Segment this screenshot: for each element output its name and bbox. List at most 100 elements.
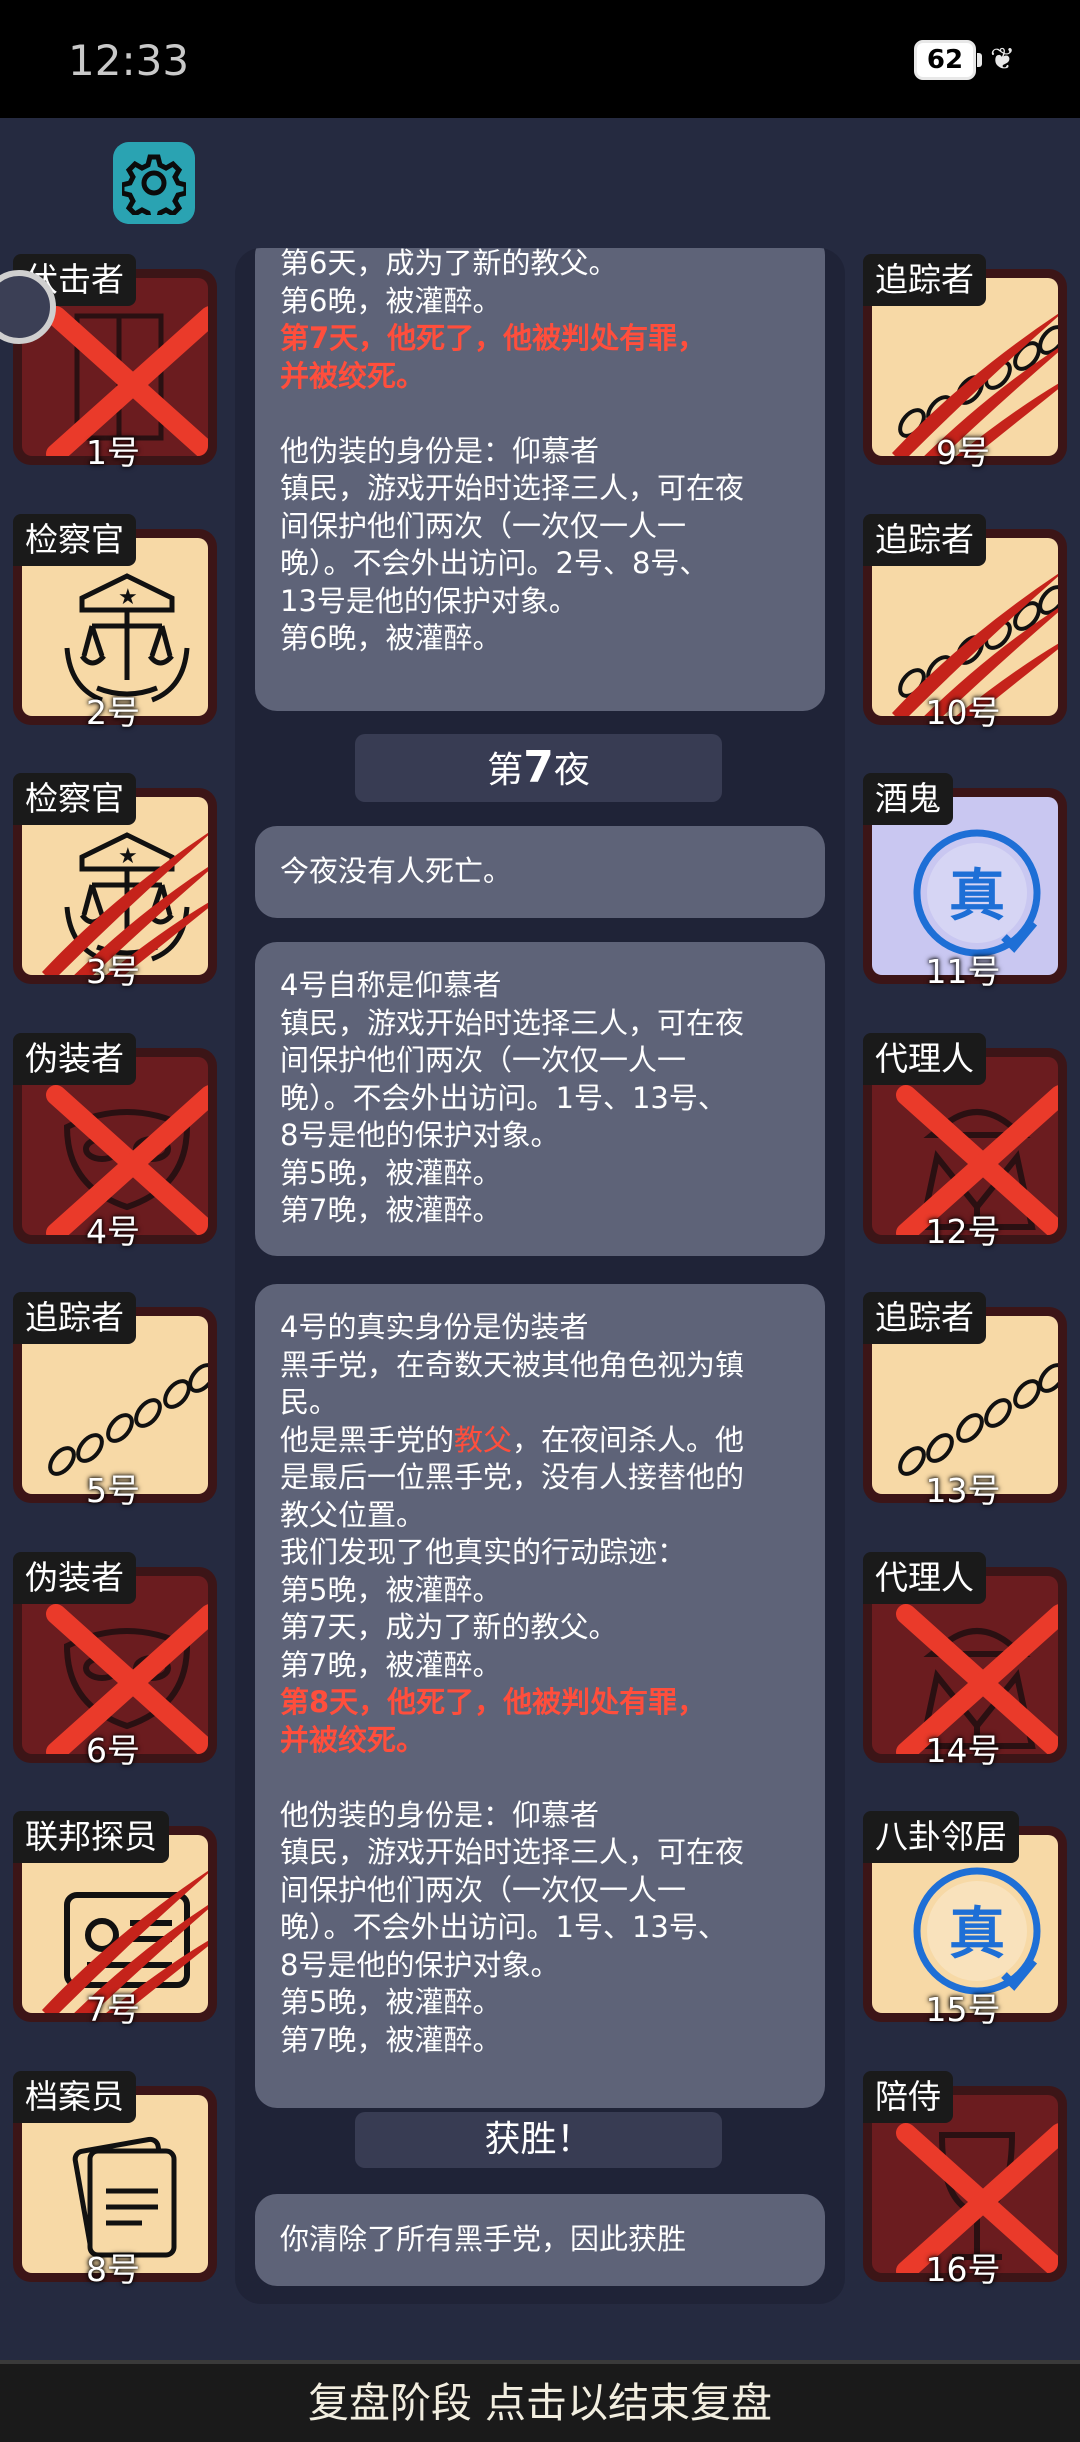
- clock: 12:33: [68, 36, 190, 85]
- player-tile-5号[interactable]: 追踪者 5号: [8, 1292, 218, 1510]
- card4-line: 教父位置。: [280, 1497, 426, 1532]
- card3-line: 8号是他的保护对象。: [280, 1118, 560, 1152]
- player-tile-4号[interactable]: 伪装者 4号: [8, 1032, 218, 1251]
- svg-text:★: ★: [118, 844, 138, 869]
- role-label: 代理人: [863, 1551, 986, 1604]
- card3-line: 间保护他们两次（一次仅一人一: [280, 1043, 687, 1077]
- player-number: 12号: [925, 1211, 1001, 1251]
- player-tile-3号[interactable]: ★ 检察官 3号: [8, 773, 218, 991]
- player-number: 11号: [925, 952, 1001, 991]
- role-label: 档案员: [13, 2070, 136, 2123]
- role-label: 联邦探员: [13, 1811, 169, 1863]
- player-number: 1号: [86, 433, 140, 472]
- seal-char: 真: [949, 1902, 1005, 1967]
- player-number: 13号: [925, 1471, 1001, 1510]
- player-number: 4号: [86, 1211, 140, 1251]
- player-number: 10号: [925, 692, 1001, 732]
- card1-line: 他伪装的身份是：仰慕者: [280, 433, 600, 468]
- player-tile-14号[interactable]: 代理人 14号: [858, 1551, 1068, 1770]
- log-card-no-deaths: 今夜没有人死亡。: [255, 826, 825, 918]
- role-label: 追踪者: [13, 1292, 136, 1344]
- card1-line: 并被绞死。: [280, 358, 426, 393]
- card4-line: 第7晚，被灌醉。: [280, 1647, 502, 1682]
- role-label: 伪装者: [13, 1032, 136, 1085]
- player-number: 15号: [925, 1990, 1001, 2029]
- role-label: 陪侍: [863, 2070, 953, 2123]
- role-label: 追踪者: [863, 1292, 986, 1344]
- card1-line: 第6晚，被灌醉。: [280, 621, 502, 655]
- role-label: 八卦邻居: [863, 1811, 1019, 1863]
- night-header: 第7夜: [355, 734, 722, 802]
- player-number: 6号: [86, 1730, 140, 1770]
- player-tile-16号[interactable]: 陪侍 16号: [858, 2070, 1068, 2289]
- player-tile-15号[interactable]: 真 八卦邻居 15号: [858, 1811, 1068, 2029]
- player-tile-9号[interactable]: 追踪者 9号: [858, 254, 1068, 472]
- role-label: 酒鬼: [863, 773, 953, 825]
- role-label: 代理人: [863, 1032, 986, 1085]
- card4-line: 他是黑手党的教父，在夜间杀人。他: [280, 1422, 800, 1460]
- card4-line: 晚）。不会外出访问。1号、13号、: [280, 1910, 727, 1944]
- victory-reason-text: 你清除了所有黑手党，因此获胜: [280, 2222, 687, 2256]
- godfather-highlight: 教父: [454, 1422, 513, 1457]
- player-tile-13号[interactable]: 追踪者 13号: [858, 1292, 1068, 1510]
- role-label: 追踪者: [863, 513, 986, 566]
- end-review-bar[interactable]: 复盘阶段 点击以结束复盘: [0, 2360, 1080, 2442]
- card3-line: 第5晚，被灌醉。: [280, 1155, 502, 1190]
- player-tile-10号[interactable]: 追踪者 10号: [858, 513, 1068, 732]
- player-tile-6号[interactable]: 伪装者 6号: [8, 1551, 218, 1770]
- role-label: 检察官: [13, 773, 136, 825]
- card1-line: 晚）。不会外出访问。2号、8号、: [280, 546, 709, 580]
- card4-line: 他伪装的身份是：仰慕者: [280, 1797, 600, 1832]
- player-number: 16号: [925, 2249, 1001, 2289]
- player-number: 8号: [86, 2249, 140, 2289]
- player-number: 9号: [936, 433, 990, 472]
- card4-text: ，在夜间杀人。他: [512, 1422, 745, 1457]
- night-number: 7: [523, 742, 554, 793]
- player-tile-12号[interactable]: 代理人 12号: [858, 1032, 1068, 1251]
- player-tile-2号[interactable]: ★ 检察官 2号: [8, 513, 218, 732]
- leaf-icon: ❦: [990, 42, 1016, 77]
- victory-text: 获胜！: [484, 2119, 593, 2160]
- player-tile-11号[interactable]: 真 酒鬼 11号: [858, 773, 1068, 991]
- card4-line: 是最后一位黑手党，没有人接替他的: [280, 1460, 745, 1494]
- card3-line: 镇民，游戏开始时选择三人，可在夜: [280, 1005, 745, 1040]
- settings-button[interactable]: [113, 142, 195, 224]
- card4-line: 间保护他们两次（一次仅一人一: [280, 1872, 687, 1907]
- night-prefix: 第: [487, 750, 524, 791]
- card3-line: 4号自称是仰慕者: [280, 968, 502, 1002]
- card4-line: 第5晚，被灌醉。: [280, 1985, 502, 2019]
- game-log-panel[interactable]: 第6天，成为了新的教父。 第6晚，被灌醉。 第7天，他死了，他被判处有罪， 并被绞死。…: [235, 248, 845, 2304]
- card1-line: 第6晚，被灌醉。: [280, 283, 502, 318]
- card4-line: 4号的真实身份是伪装者: [280, 1310, 589, 1344]
- log-card-player-4-death: 第6天，成为了新的教父。 第6晚，被灌醉。 第7天，他死了，他被判处有罪， 并被绞死。…: [255, 248, 825, 711]
- night-suffix: 夜: [553, 750, 590, 791]
- card4-line: 镇民，游戏开始时选择三人，可在夜: [280, 1835, 745, 1869]
- player-tile-7号[interactable]: 联邦探员 7号: [8, 1811, 218, 2029]
- player-number: 5号: [86, 1471, 140, 1510]
- card4-line: 第5晚，被灌醉。: [280, 1572, 502, 1607]
- seal-char: 真: [949, 864, 1005, 929]
- card4-line: 民。: [280, 1385, 339, 1419]
- card3-lines: 4号自称是仰慕者 镇民，游戏开始时选择三人，可在夜 间保护他们两次（一次仅一人一 晚）…: [280, 967, 800, 1230]
- log-card-claim: 4号自称是仰慕者 镇民，游戏开始时选择三人，可在夜 间保护他们两次（一次仅一人一 晚）…: [255, 942, 825, 1256]
- log-card-victory: 你清除了所有黑手党，因此获胜: [255, 2194, 825, 2286]
- player-number: 2号: [86, 692, 140, 732]
- role-label: 追踪者: [863, 254, 986, 306]
- battery-icon: 62: [914, 40, 982, 80]
- card4-line: 8号是他的保护对象。: [280, 1947, 560, 1982]
- card3-line: 晚）。不会外出访问。1号、13号、: [280, 1080, 727, 1115]
- card4-line: 我们发现了他真实的行动踪迹：: [280, 1535, 687, 1569]
- svg-text:★: ★: [118, 585, 138, 610]
- card4-text: 他是黑手党的: [280, 1422, 455, 1457]
- role-label: 伪装者: [13, 1551, 136, 1604]
- card1-line: 13号是他的保护对象。: [280, 583, 578, 618]
- player-tile-8号[interactable]: 档案员 8号: [8, 2070, 218, 2289]
- card1-line: 间保护他们两次（一次仅一人一: [280, 508, 687, 543]
- role-label: 检察官: [13, 513, 136, 566]
- card4-line: 第7天，成为了新的教父。: [280, 1610, 618, 1644]
- card1-line: 第6天，成为了新的教父。: [280, 248, 618, 280]
- player-number: 7号: [86, 1990, 140, 2029]
- death-line: 并被绞死。: [280, 1722, 426, 1757]
